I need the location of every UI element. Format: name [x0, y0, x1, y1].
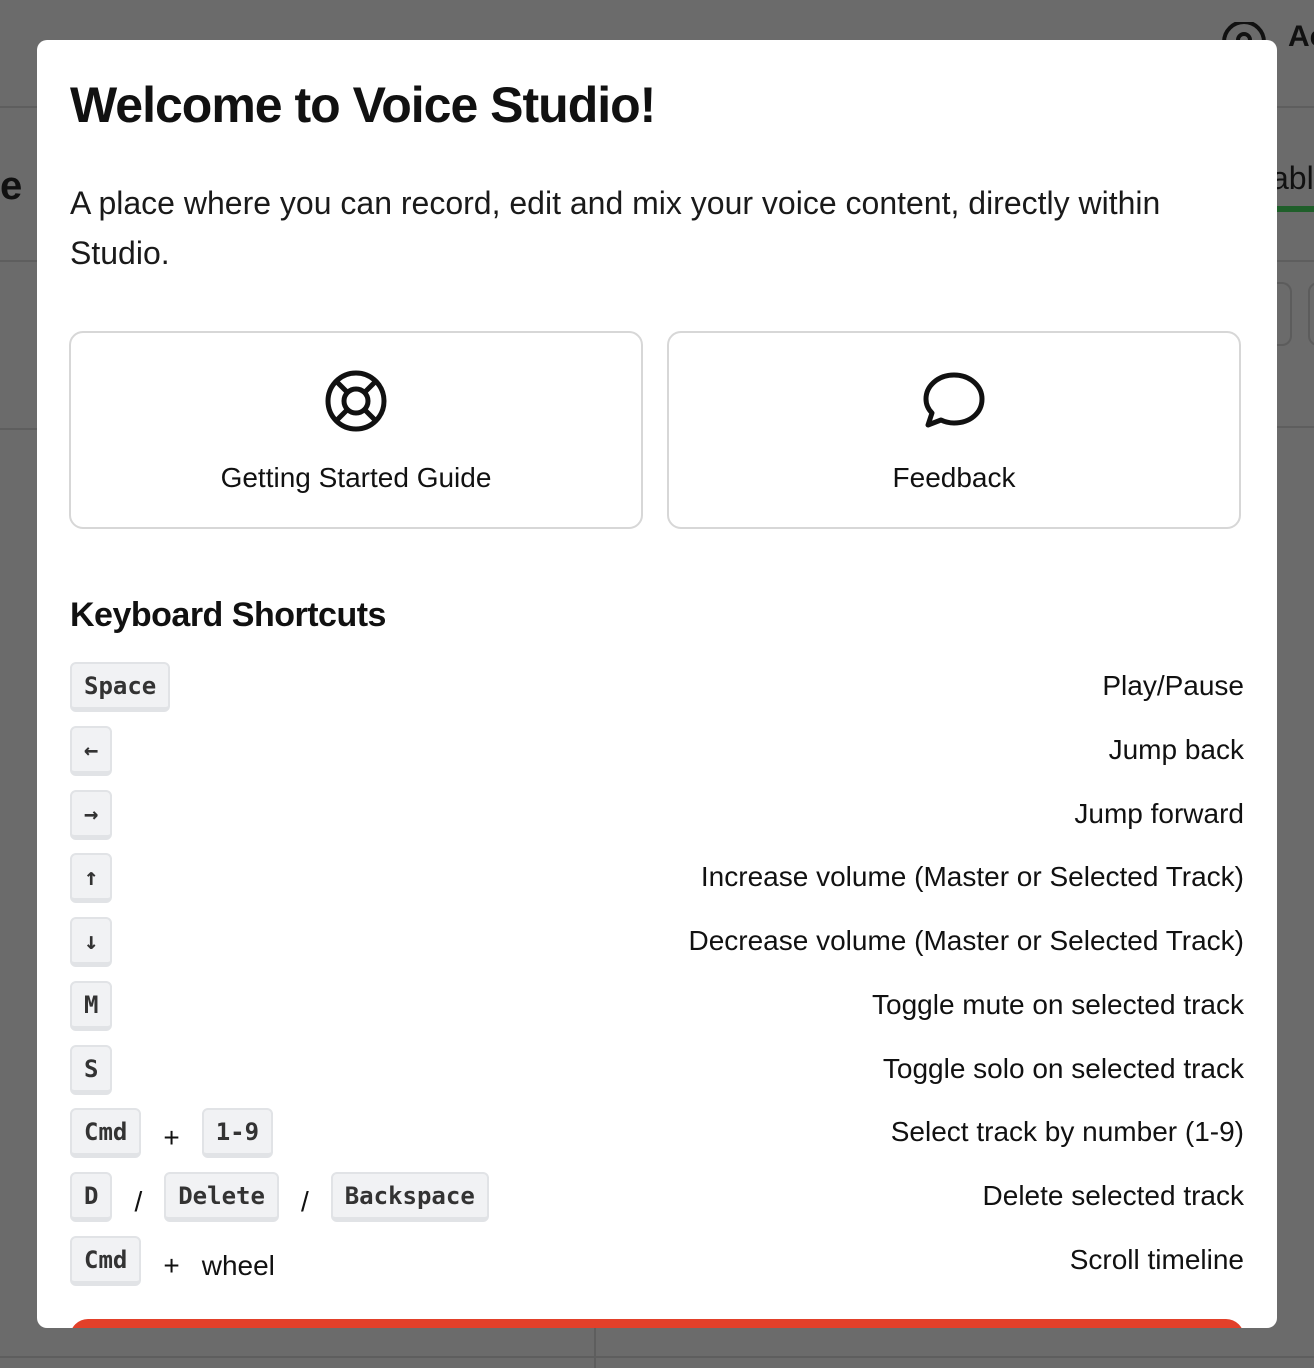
shortcut-description: Jump back: [1108, 734, 1244, 765]
key-joiner: +: [163, 1250, 180, 1281]
shortcut-keys: →: [70, 790, 113, 840]
shortcut-description: Scroll timeline: [1069, 1244, 1244, 1275]
feedback-card[interactable]: Feedback: [667, 331, 1241, 529]
shortcut-row: M Toggle mute on selected track: [70, 981, 1244, 1035]
key-cap: →: [70, 790, 113, 840]
key-joiner: /: [134, 1186, 143, 1217]
bg-account-fragment: Ac: [1288, 20, 1314, 53]
bg-tab-fragment: abl: [1277, 160, 1314, 196]
modal-intro: A place where you can record, edit and m…: [70, 185, 1161, 271]
shortcut-row: ↑ Increase volume (Master or Selected Tra…: [70, 853, 1244, 907]
getting-started-guide-label: Getting Started Guide: [220, 462, 492, 493]
welcome-modal: Welcome to Voice Studio! A place where y…: [37, 40, 1277, 1328]
key-cap: ←: [70, 726, 113, 776]
shortcut-row: Cmd + wheel Scroll timeline: [70, 1236, 1244, 1290]
shortcut-keys: S: [70, 1045, 113, 1095]
shortcut-keys: ↑: [70, 853, 113, 903]
primary-action-button[interactable]: [70, 1319, 1244, 1328]
bg-heading-fragment: e: [0, 164, 23, 208]
bg-divider: [0, 1356, 1314, 1358]
shortcut-description: Increase volume (Master or Selected Trac…: [700, 861, 1244, 892]
shortcut-description: Toggle mute on selected track: [872, 989, 1244, 1020]
key-cap: Delete: [164, 1172, 279, 1222]
keyboard-shortcuts-title: Keyboard Shortcuts: [70, 596, 386, 634]
key-cap: Space: [70, 662, 171, 712]
shortcut-description: Play/Pause: [1102, 670, 1244, 701]
bg-divider: [1277, 260, 1314, 262]
shortcut-keys: Cmd + wheel: [70, 1236, 275, 1286]
bg-user-icon: [1222, 22, 1266, 42]
bg-divider: [0, 106, 37, 108]
bg-button-fragment: [1308, 282, 1314, 346]
bg-divider: [1277, 426, 1314, 428]
bg-divider: [0, 260, 37, 262]
shortcut-row: D / Delete / Backspace Delete selected track: [70, 1172, 1244, 1226]
getting-started-guide-card[interactable]: Getting Started Guide: [69, 331, 643, 529]
modal-title: Welcome to Voice Studio!: [70, 77, 656, 133]
shortcut-description: Delete selected track: [982, 1180, 1244, 1211]
chat-bubble-icon: [923, 372, 985, 428]
key-cap: 1-9: [201, 1108, 274, 1158]
key-cap: D: [70, 1172, 113, 1222]
shortcut-keys: ↓: [70, 917, 113, 967]
key-cap: M: [70, 981, 113, 1031]
key-cap: Backspace: [330, 1172, 489, 1222]
shortcut-row: Space Play/Pause: [70, 662, 1244, 716]
shortcut-keys: D / Delete / Backspace: [70, 1172, 489, 1222]
shortcut-description: Decrease volume (Master or Selected Trac…: [688, 925, 1244, 956]
shortcut-row: S Toggle solo on selected track: [70, 1045, 1244, 1099]
shortcut-row: ↓ Decrease volume (Master or Selected Tra…: [70, 917, 1244, 971]
bg-divider: [594, 1328, 596, 1368]
key-cap: ↑: [70, 853, 113, 903]
bg-divider: [0, 428, 37, 430]
shortcut-keys: Space: [70, 662, 171, 712]
shortcut-keys: Cmd +1-9: [70, 1108, 274, 1158]
shortcut-row: → Jump forward: [70, 790, 1244, 844]
shortcut-row: ← Jump back: [70, 726, 1244, 780]
shortcut-description: Select track by number (1-9): [890, 1116, 1244, 1147]
key-joiner: +: [163, 1122, 180, 1153]
bg-active-tab-indicator: [1277, 206, 1314, 212]
key-cap: Cmd: [70, 1236, 142, 1286]
key-cap: ↓: [70, 917, 113, 967]
key-word: wheel: [201, 1250, 275, 1281]
key-cap: S: [70, 1045, 113, 1095]
shortcut-description: Toggle solo on selected track: [882, 1053, 1244, 1084]
shortcut-description: Jump forward: [1074, 798, 1244, 829]
shortcut-keys: ←: [70, 726, 113, 776]
shortcut-keys: M: [70, 981, 113, 1031]
key-joiner: /: [300, 1186, 309, 1217]
bg-divider: [1277, 106, 1314, 108]
shortcut-row: Cmd +1-9 Select track by number (1-9): [70, 1108, 1244, 1162]
lifebuoy-icon: [325, 370, 387, 432]
feedback-label: Feedback: [892, 462, 1016, 493]
key-cap: Cmd: [70, 1108, 142, 1158]
